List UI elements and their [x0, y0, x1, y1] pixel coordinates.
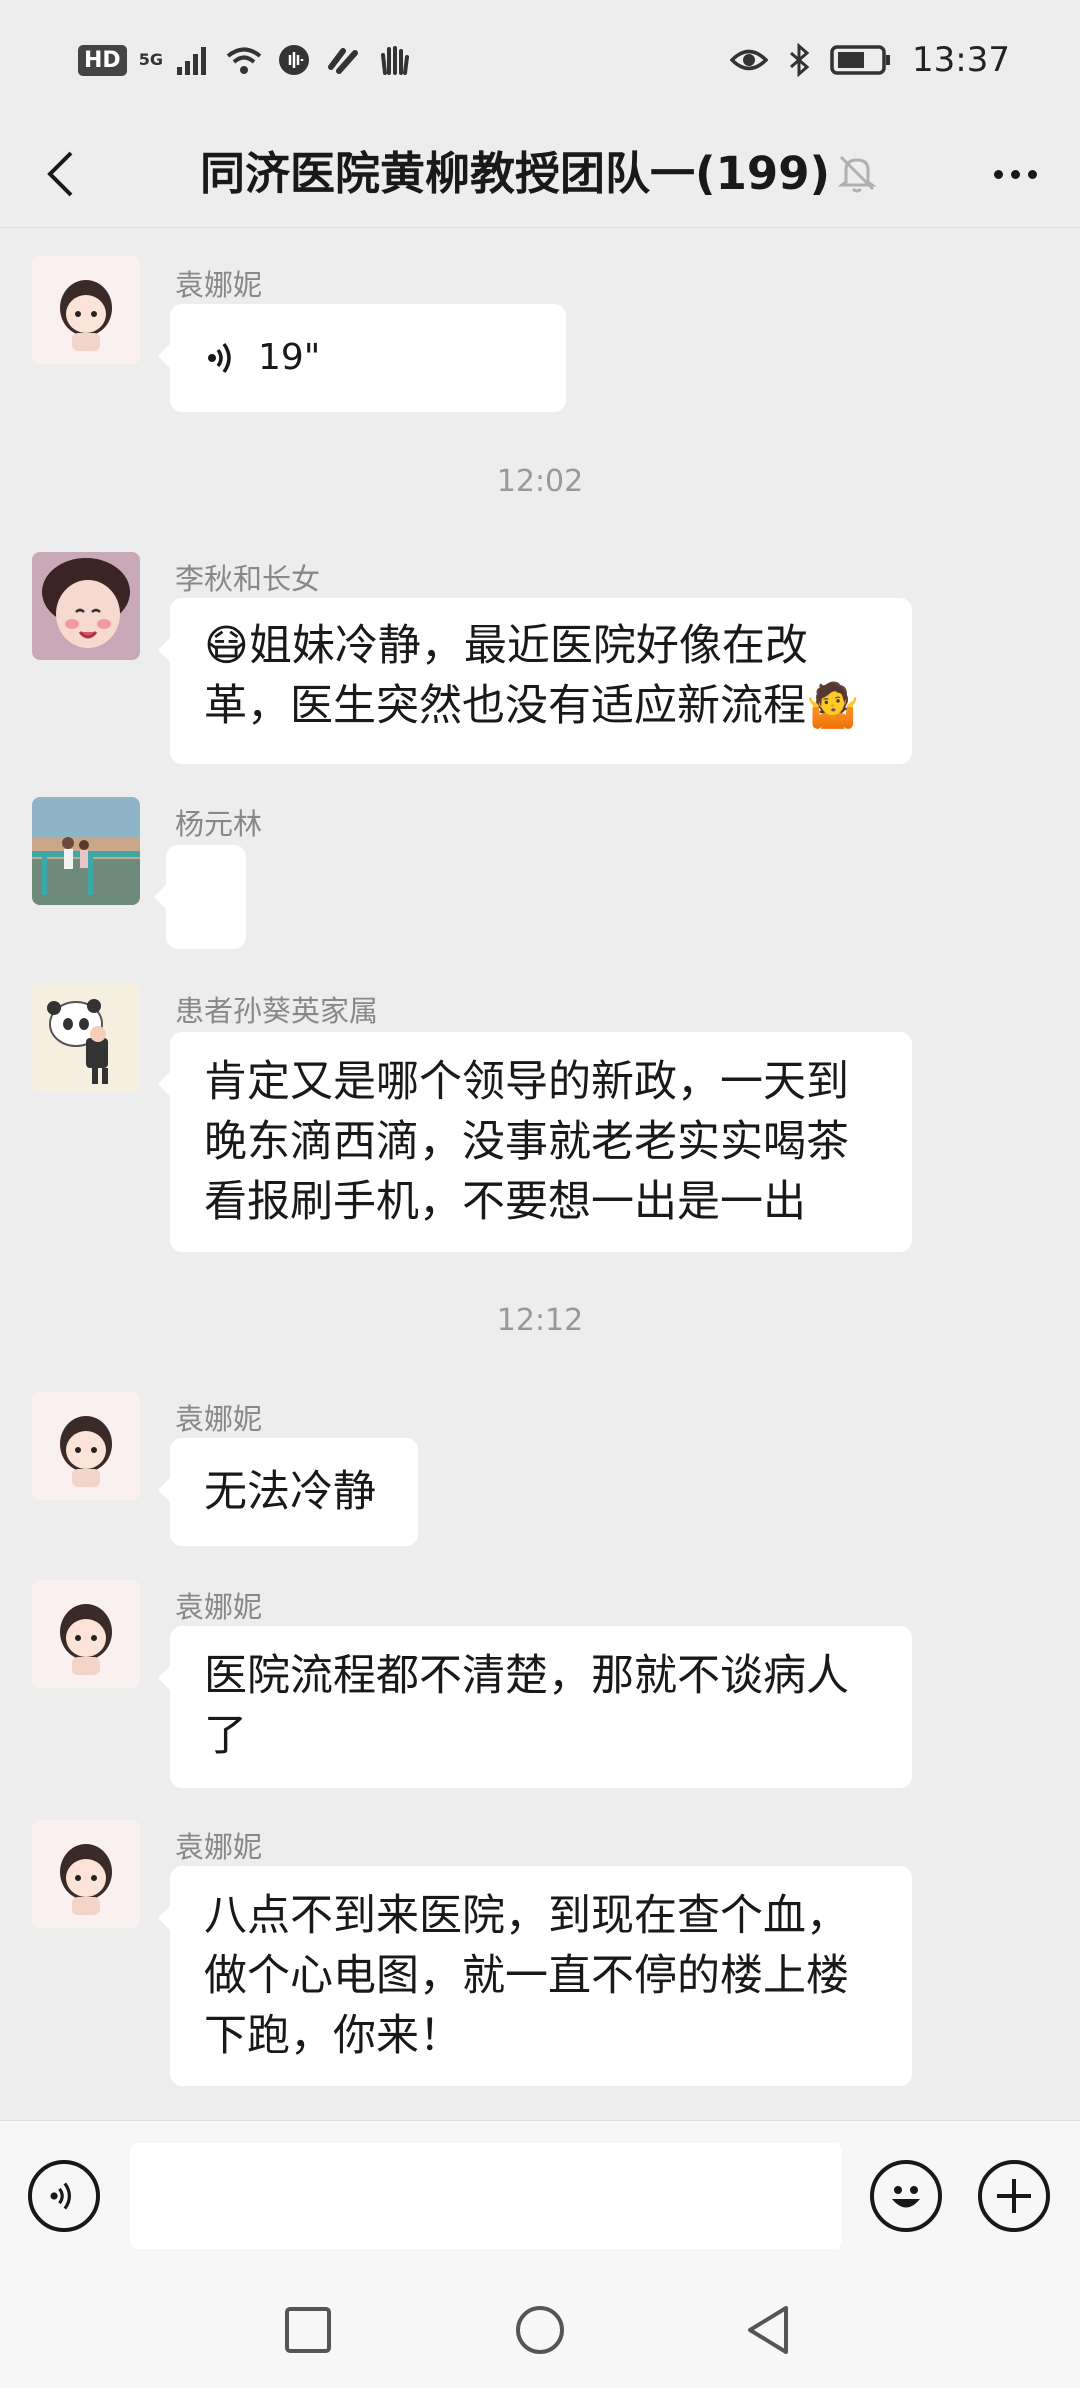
more-icon-dot	[1010, 169, 1020, 179]
avatar-girl-image	[32, 1820, 140, 1928]
voice-bubble[interactable]: 19"	[158, 304, 566, 412]
avatar-girl-image	[32, 1392, 140, 1500]
group-title: 同济医院黄柳教授团队一(199)	[200, 147, 831, 200]
message-line: 无法冷静	[204, 1467, 376, 1517]
message-line: 了	[204, 1711, 247, 1761]
status-bar: HD 5G 13:37	[0, 0, 1080, 120]
avatar-girl-image	[32, 256, 140, 364]
home-circle-icon	[516, 2306, 564, 2354]
sender-name: 袁娜妮	[175, 1590, 263, 1624]
link-icon	[327, 48, 358, 74]
voice-duration: 19"	[258, 337, 321, 378]
message-line: 😷姐妹冷静，最近医院好像在改	[204, 621, 808, 671]
sender-name: 患者孙葵英家属	[175, 994, 379, 1028]
eye-icon	[730, 49, 769, 71]
back-triangle-icon	[748, 2306, 788, 2354]
empty-bubble[interactable]	[154, 845, 246, 949]
status-left: HD 5G	[78, 43, 413, 77]
timestamp: 12:02	[496, 464, 584, 499]
message-line: 八点不到来医院，到现在查个血，	[204, 1891, 849, 1941]
system-nav-bar	[0, 2270, 1080, 2388]
input-bar	[0, 2120, 1080, 2270]
more-icon-dot	[1027, 169, 1037, 179]
avatar[interactable]	[32, 984, 140, 1092]
text-bubble[interactable]: 医院流程都不清楚，那就不谈病人 了	[158, 1626, 912, 1788]
text-bubble[interactable]: 肯定又是哪个领导的新政，一天到 晚东滴西滴，没事就老老实实喝茶 看报刷手机，不要…	[158, 1032, 912, 1252]
voice-icon	[278, 45, 309, 75]
sender-name: 李秋和长女	[175, 562, 321, 596]
emoji-button[interactable]	[870, 2160, 942, 2232]
home-button[interactable]	[500, 2290, 580, 2370]
network-label: 5G	[138, 50, 163, 69]
text-bubble[interactable]: 八点不到来医院，到现在查个血， 做个心电图，就一直不停的楼上楼 下跑，你来！	[158, 1866, 912, 2086]
avatar[interactable]	[32, 552, 140, 660]
message-input[interactable]	[130, 2143, 842, 2249]
chat-header: 同济医院黄柳教授团队一(199)	[0, 120, 1080, 228]
message-line: 下跑，你来！	[204, 2011, 462, 2061]
avatar-panda-image	[32, 984, 140, 1092]
message-line: 做个心电图，就一直不停的楼上楼	[204, 1951, 849, 2001]
wifi-icon	[226, 47, 262, 74]
plus-button[interactable]	[978, 2160, 1050, 2232]
message-line: 看报刷手机，不要想一出是一出	[204, 1177, 806, 1227]
text-bubble[interactable]: 无法冷静	[158, 1438, 418, 1546]
message-line: 医院流程都不清楚，那就不谈病人	[204, 1651, 849, 1701]
voice-input-icon	[50, 2182, 71, 2210]
status-right: 13:37	[730, 40, 1010, 80]
message-line: 晚东滴西滴，没事就老老实实喝茶	[204, 1117, 849, 1167]
emoji-icon	[892, 2186, 920, 2208]
back-nav-button[interactable]	[728, 2290, 808, 2370]
avatar-child-photo	[32, 552, 140, 660]
sender-name: 杨元林	[175, 807, 263, 841]
battery-icon	[830, 45, 891, 75]
timestamp: 12:12	[496, 1303, 584, 1338]
more-icon-dot	[993, 169, 1003, 179]
sender-name: 袁娜妮	[175, 268, 263, 302]
sender-name: 袁娜妮	[175, 1830, 263, 1864]
back-button[interactable]	[30, 140, 90, 208]
message-line: 肯定又是哪个领导的新政，一天到	[204, 1057, 849, 1107]
avatar[interactable]	[32, 797, 140, 905]
voice-wave-icon	[208, 342, 231, 374]
plus-icon	[997, 2179, 1031, 2213]
recents-button[interactable]	[268, 2290, 348, 2370]
more-button[interactable]	[980, 144, 1050, 204]
text-bubble[interactable]: 😷姐妹冷静，最近医院好像在改 革，医生突然也没有适应新流程🤷	[158, 598, 912, 764]
avatar-girl-image	[32, 1580, 140, 1688]
avatar-beach-photo	[32, 797, 140, 905]
avatar[interactable]	[32, 1820, 140, 1928]
avatar[interactable]	[32, 1392, 140, 1500]
voice-input-button[interactable]	[28, 2160, 100, 2232]
bluetooth-icon	[790, 43, 810, 77]
hand-icon	[380, 46, 409, 75]
avatar[interactable]	[32, 256, 140, 364]
sender-name: 袁娜妮	[175, 1402, 263, 1436]
clock: 13:37	[912, 40, 1010, 80]
hd-badge: HD	[78, 44, 127, 76]
message-line: 革，医生突然也没有适应新流程🤷	[204, 681, 860, 731]
avatar[interactable]	[32, 1580, 140, 1688]
recents-square-icon	[285, 2307, 331, 2353]
chevron-left-icon	[47, 151, 73, 197]
signal-icon	[176, 47, 206, 75]
bell-off-icon	[837, 155, 877, 193]
